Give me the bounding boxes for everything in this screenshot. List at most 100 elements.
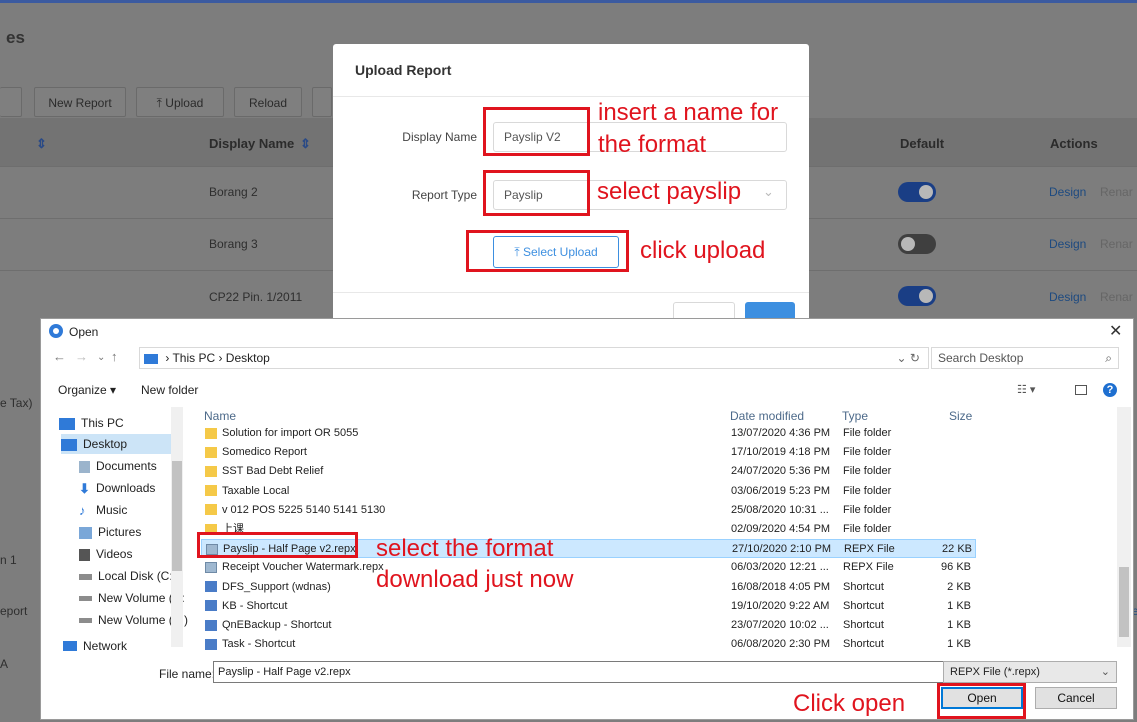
organize-menu[interactable]: Organize ▾ xyxy=(58,383,116,397)
file-row[interactable]: DFS_Support (wdnas) 16/08/2018 4:05 PM Sho… xyxy=(201,578,976,597)
search-input[interactable]: Search Desktop ⌕ xyxy=(931,347,1119,369)
file-name: v 012 POS 5225 5140 5141 5130 xyxy=(222,503,386,516)
rename-link[interactable]: Renar xyxy=(1100,185,1133,199)
scrollbar-thumb[interactable] xyxy=(1119,567,1129,637)
report-type-label: Report Type xyxy=(411,188,477,202)
nav-documents[interactable]: Documents xyxy=(79,456,157,476)
drive-icon xyxy=(79,618,92,624)
view-options-icon[interactable]: ☷ ▾ xyxy=(1017,383,1035,396)
file-type: REPX File xyxy=(844,543,895,556)
highlight-display-name xyxy=(483,107,590,156)
nav-music[interactable]: ♪ Music xyxy=(79,500,127,520)
display-name-label: Display Name xyxy=(402,130,477,144)
help-icon[interactable]: ? xyxy=(1103,383,1117,397)
toolbar-button-clipped-right[interactable] xyxy=(312,87,332,117)
file-date: 24/07/2020 5:36 PM xyxy=(731,465,831,478)
design-link[interactable]: Design xyxy=(1049,237,1086,251)
file-name-cell: SST Bad Debt Relief xyxy=(205,462,725,481)
rename-link[interactable]: Renar xyxy=(1100,290,1133,304)
file-size: 2 KB xyxy=(947,580,971,593)
file-row[interactable]: Solution for import OR 5055 13/07/2020 4:… xyxy=(201,424,976,443)
forward-arrow-icon[interactable]: → xyxy=(75,349,88,364)
default-toggle-on[interactable] xyxy=(898,286,936,306)
nav-downloads[interactable]: ⬇ Downloads xyxy=(79,478,155,498)
file-name-cell: QnEBackup - Shortcut xyxy=(205,616,725,635)
upload-button[interactable]: ⤒ Upload xyxy=(136,87,224,117)
new-report-button[interactable]: New Report xyxy=(34,87,126,117)
design-link[interactable]: Design xyxy=(1049,185,1086,199)
chevron-down-icon: ⌄ xyxy=(763,184,774,199)
default-toggle-off[interactable] xyxy=(898,234,936,254)
file-date: 02/09/2020 4:54 PM xyxy=(731,523,831,535)
rename-link[interactable]: Renar xyxy=(1100,237,1133,251)
file-date: 27/10/2020 2:10 PM xyxy=(732,543,832,556)
annotation-click-open: Click open xyxy=(793,690,906,717)
file-type: REPX File xyxy=(843,561,894,574)
highlight-report-type xyxy=(483,170,590,216)
file-name: Taxable Local xyxy=(222,484,290,497)
annotation-click-upload: click upload xyxy=(640,237,766,264)
file-name-input[interactable]: Payslip - Half Page v2.repx xyxy=(213,661,975,683)
column-display-name[interactable]: Display Name xyxy=(209,136,294,151)
default-toggle-on[interactable] xyxy=(898,182,936,202)
file-size: 96 KB xyxy=(941,561,971,574)
row-display-name: Borang 2 xyxy=(209,185,258,199)
new-folder-button[interactable]: New folder xyxy=(141,383,198,397)
file-row[interactable]: Taxable Local 03/06/2019 5:23 PM File fold… xyxy=(201,482,976,501)
recent-locations-chevron-icon[interactable]: ⌄ xyxy=(97,352,105,363)
file-name: SST Bad Debt Relief xyxy=(222,465,324,478)
file-type: File folder xyxy=(843,484,892,497)
drive-icon xyxy=(79,596,92,602)
file-scrollbar[interactable] xyxy=(1117,407,1131,647)
column-date-modified[interactable]: Date modified xyxy=(730,409,804,423)
file-row[interactable]: KB - Shortcut 19/10/2020 9:22 AM Shortcut 1… xyxy=(201,597,976,616)
nav-volume-d[interactable]: New Volume (D: xyxy=(79,588,185,608)
nav-desktop[interactable]: Desktop xyxy=(61,434,171,454)
file-row[interactable]: Somedico Report 17/10/2019 4:18 PM File fo… xyxy=(201,443,976,462)
nav-this-pc[interactable]: This PC xyxy=(59,413,124,433)
file-row[interactable]: Task - Shortcut 06/08/2020 2:30 PM Shortcu… xyxy=(201,635,976,654)
reload-button[interactable]: Reload xyxy=(234,87,302,117)
row-display-name: Borang 3 xyxy=(209,237,258,251)
folder-icon xyxy=(205,504,217,516)
file-name-cell: KB - Shortcut xyxy=(205,597,725,616)
nav-videos[interactable]: Videos xyxy=(79,544,132,564)
file-type-select[interactable]: REPX File (*.repx) ⌄ xyxy=(943,661,1117,683)
close-icon[interactable]: ✕ xyxy=(1109,321,1122,341)
nav-label: Documents xyxy=(96,459,157,473)
nav-pictures[interactable]: Pictures xyxy=(79,522,141,542)
column-type[interactable]: Type xyxy=(842,409,868,423)
file-row[interactable]: v 012 POS 5225 5140 5141 5130 25/08/2020 … xyxy=(201,501,976,520)
breadcrumb: › This PC › Desktop xyxy=(165,351,270,365)
nav-network[interactable]: Network xyxy=(63,637,127,651)
highlight-select-upload xyxy=(466,230,629,272)
display-name-sort-icon[interactable]: ⇕ xyxy=(300,136,311,152)
address-bar[interactable]: › This PC › Desktop ⌄ ↻ xyxy=(139,347,929,369)
folder-icon xyxy=(205,446,217,458)
file-date: 25/08/2020 10:31 ... xyxy=(731,503,829,516)
file-row[interactable]: Receipt Voucher Watermark.repx 06/03/2020… xyxy=(201,558,976,577)
cancel-button[interactable]: Cancel xyxy=(1035,687,1117,709)
up-arrow-icon[interactable]: ↑ xyxy=(111,349,118,364)
file-row[interactable]: SST Bad Debt Relief 24/07/2020 5:36 PM Fil… xyxy=(201,462,976,481)
design-link[interactable]: Design xyxy=(1049,290,1086,304)
toolbar-button-clipped[interactable] xyxy=(0,87,22,117)
column-size[interactable]: Size xyxy=(949,409,972,423)
computer-icon xyxy=(59,417,75,430)
document-icon xyxy=(79,460,90,473)
nav-label: Downloads xyxy=(96,481,156,495)
file-row[interactable]: QnEBackup - Shortcut 23/07/2020 10:02 ...… xyxy=(201,616,976,635)
back-arrow-icon[interactable]: ← xyxy=(53,349,66,364)
file-name-cell: Task - Shortcut xyxy=(205,635,725,654)
nav-scrollbar[interactable] xyxy=(171,407,183,647)
nav-local-disk-c[interactable]: Local Disk (C:) xyxy=(79,566,177,586)
file-icon xyxy=(205,561,217,573)
sort-icon[interactable]: ⇕ xyxy=(36,136,47,152)
open-file-dialog: Open ✕ ← → ⌄ ↑ › This PC › Desktop ⌄ ↻ S… xyxy=(40,318,1134,720)
refresh-icon[interactable]: ⌄ ↻ xyxy=(897,348,920,368)
pc-icon xyxy=(144,353,158,364)
scrollbar-thumb[interactable] xyxy=(172,461,182,571)
column-name[interactable]: Name xyxy=(204,409,236,423)
preview-pane-icon[interactable] xyxy=(1075,385,1087,395)
download-icon: ⬇ xyxy=(79,480,90,496)
